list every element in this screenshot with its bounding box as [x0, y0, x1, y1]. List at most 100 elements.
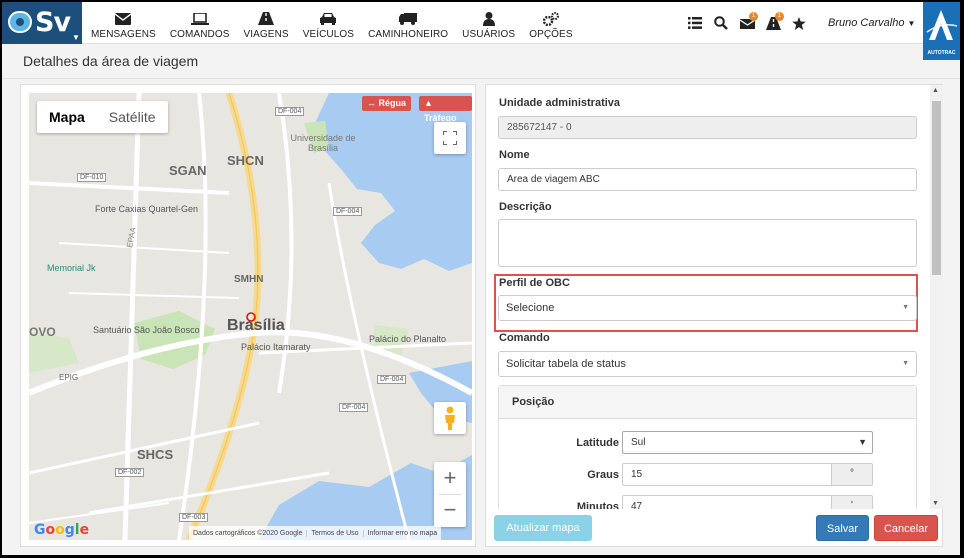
map-shield-df010: DF-010	[77, 173, 107, 182]
ruler-label: Régua	[378, 98, 407, 108]
traffic-button[interactable]: ▲ Tráfego	[419, 96, 472, 123]
ruler-button[interactable]: ↔ Régua	[362, 96, 412, 111]
update-map-button[interactable]: Atualizar mapa	[494, 515, 592, 541]
zoom-out-button[interactable]: −	[444, 495, 457, 527]
search-button[interactable]	[708, 2, 734, 44]
user-icon	[482, 11, 495, 27]
description-textarea[interactable]	[498, 219, 917, 267]
fullscreen-button[interactable]	[434, 122, 466, 154]
name-input[interactable]: Area de viagem ABC	[498, 168, 917, 191]
fullscreen-icon	[443, 131, 457, 145]
map-label-forte: Forte Caxias Quartel-Gen	[95, 204, 199, 214]
nav-veiculos[interactable]: VEÍCULOS	[296, 2, 361, 44]
list-button[interactable]	[682, 2, 708, 44]
degrees-input[interactable]: 15	[622, 463, 831, 486]
scroll-down-icon[interactable]: ▼	[932, 500, 939, 507]
nav-label: USUÁRIOS	[462, 28, 516, 40]
latitude-value: Sul	[631, 437, 646, 448]
position-section: Posição Latitude Sul ▼ Graus 15 ° Minuto…	[498, 385, 917, 509]
nav-opcoes[interactable]: OPÇÕES	[522, 2, 579, 44]
caret-down-icon: ▼	[72, 33, 80, 42]
unit-label: Unidade administrativa	[499, 97, 621, 109]
obc-profile-value: Selecione	[506, 302, 555, 314]
map-shield-df004: DF-004	[333, 207, 363, 216]
caret-down-icon: ▼	[902, 304, 909, 311]
form-scrollbar[interactable]: ▲ ▼	[930, 85, 943, 509]
nav-caminhoneiro[interactable]: CAMINHONEIRO	[361, 2, 455, 44]
favorites-button[interactable]	[786, 2, 812, 44]
alerts-badge: 1	[775, 12, 784, 21]
nav-viagens[interactable]: VIAGENS	[237, 2, 296, 44]
map-data-credit: Dados cartográficos ©2020 Google	[193, 529, 303, 537]
caret-down-icon: ▼	[858, 437, 867, 447]
details-form-panel: Unidade administrativa 285672147 - 0 Nom…	[485, 84, 943, 547]
obc-profile-label: Perfil de OBC	[499, 277, 570, 289]
toolbar-right: 1 1 Bruno Carvalho ▼	[682, 2, 915, 44]
page-title: Detalhes da área de viagem	[23, 53, 199, 69]
map-panel: SGAN SHCN SMHN SHCS Brasília Universidad…	[20, 84, 476, 547]
map-canvas[interactable]: SGAN SHCN SMHN SHCS Brasília Universidad…	[29, 93, 472, 540]
car-icon	[319, 11, 337, 27]
search-icon	[714, 16, 728, 30]
degrees-unit: °	[831, 463, 873, 486]
scrollbar-thumb[interactable]	[932, 101, 941, 275]
nav-usuarios[interactable]: USUÁRIOS	[455, 2, 522, 44]
report-error-link[interactable]: Informar erro no mapa	[362, 529, 442, 537]
command-label: Comando	[499, 332, 550, 344]
map-label-santuario: Santuário São João Bosco	[93, 325, 200, 335]
map-label-shcn: SHCN	[227, 153, 264, 168]
name-label: Nome	[499, 149, 530, 161]
map-label-epig: EPIG	[59, 373, 79, 382]
map-label-planalto: Palácio do Planalto	[369, 334, 447, 344]
map-label-shcs: SHCS	[137, 447, 174, 462]
nav-comandos[interactable]: COMANDOS	[163, 2, 237, 44]
nav-mensagens[interactable]: MENSAGENS	[84, 2, 163, 44]
command-select[interactable]: Solicitar tabela de status ▼	[498, 351, 917, 377]
map-shield-df002: DF-002	[115, 468, 145, 477]
map-shield-df004: DF-004	[275, 107, 305, 116]
main-menu: MENSAGENS COMANDOS VIAGENS VEÍCULOS CAMI…	[84, 2, 580, 44]
eye-logo-icon	[8, 11, 32, 33]
envelope-icon	[115, 11, 132, 27]
tab-satellite[interactable]: Satélite	[97, 101, 168, 133]
caret-down-icon: ▼	[907, 19, 916, 28]
nav-label: OPÇÕES	[529, 28, 573, 40]
scroll-up-icon[interactable]: ▲	[932, 87, 939, 94]
unit-input[interactable]: 285672147 - 0	[498, 116, 917, 139]
zoom-in-button[interactable]: +	[444, 462, 457, 494]
command-value: Solicitar tabela de status	[506, 358, 626, 370]
map-label-smhn: SMHN	[234, 274, 264, 285]
brand-logo[interactable]: Sv ▼	[2, 2, 82, 44]
alerts-button[interactable]: 1	[760, 2, 786, 44]
tab-map[interactable]: Mapa	[37, 101, 97, 133]
save-button[interactable]: Salvar	[816, 515, 869, 541]
user-menu[interactable]: Bruno Carvalho ▼	[828, 17, 915, 29]
map-label-ovo: OVO	[29, 325, 56, 339]
cancel-button[interactable]: Cancelar	[874, 515, 938, 541]
autotrac-logo-icon	[926, 10, 958, 40]
nav-label: MENSAGENS	[91, 28, 156, 40]
messages-button[interactable]: 1	[734, 2, 760, 44]
map-shield-df004: DF-004	[339, 403, 369, 412]
latitude-select[interactable]: Sul ▼	[622, 431, 873, 454]
map-shield-df003: DF-003	[179, 513, 209, 522]
gears-icon	[542, 11, 559, 27]
minutes-input[interactable]: 47	[622, 495, 831, 509]
latitude-label: Latitude	[576, 437, 619, 449]
degrees-label: Graus	[587, 469, 619, 481]
obc-profile-select[interactable]: Selecione ▼	[498, 295, 917, 321]
user-name: Bruno Carvalho	[828, 17, 905, 29]
nav-label: VIAGENS	[243, 28, 289, 40]
description-label: Descrição	[499, 201, 552, 213]
map-label-unb: Universidade de Brasília	[290, 133, 356, 153]
minutes-label: Minutos	[576, 501, 619, 509]
logo-text: Sv	[35, 7, 71, 38]
minutes-unit: '	[831, 495, 873, 509]
street-view-pegman[interactable]	[434, 402, 466, 434]
position-title: Posição	[499, 386, 916, 419]
google-logo: Google	[34, 522, 90, 538]
star-icon	[792, 16, 806, 30]
form-scroll-area[interactable]: Unidade administrativa 285672147 - 0 Nom…	[486, 85, 930, 509]
terms-link[interactable]: Termos de Uso	[306, 529, 362, 537]
map-shield-df004: DF-004	[377, 375, 407, 384]
